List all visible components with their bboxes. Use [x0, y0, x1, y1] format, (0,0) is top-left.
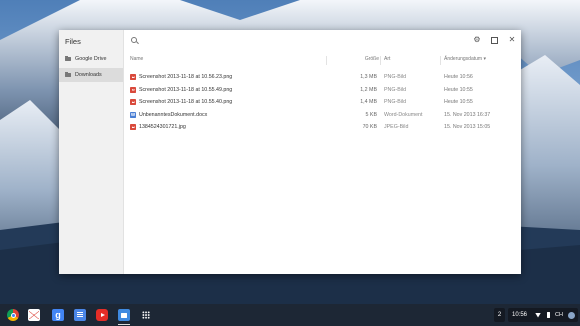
files-app-window: Files Google Drive Downloads ⚙ ✕ Name Gr…	[59, 30, 521, 274]
file-name: 1384524301721.jpg	[139, 124, 186, 130]
sidebar-item-google-drive[interactable]: Google Drive	[59, 52, 123, 66]
image-file-icon	[130, 124, 136, 130]
file-name: Screenshot 2013-11-18 at 10.55.40.png	[139, 99, 233, 105]
youtube-icon[interactable]	[96, 309, 108, 321]
sidebar-item-label: Downloads	[75, 72, 102, 78]
file-type: PNG-Bild	[384, 86, 407, 93]
file-size: 5 KB	[365, 111, 377, 118]
image-file-icon	[130, 99, 136, 105]
file-date: 15. Nov 2013 15:05	[444, 124, 491, 130]
close-icon[interactable]: ✕	[508, 36, 516, 44]
file-date: Heute 10:55	[444, 86, 473, 93]
wifi-icon	[535, 312, 542, 318]
file-row[interactable]: Screenshot 2013-11-18 at 10.56.23.png 1,…	[124, 72, 521, 85]
file-row[interactable]: Screenshot 2013-11-18 at 10.55.40.png 1,…	[124, 97, 521, 110]
column-header-name[interactable]: Name	[130, 56, 143, 62]
file-type: Word-Dokument	[384, 111, 423, 118]
file-size: 1,4 MB	[360, 99, 377, 105]
column-header-type[interactable]: Art	[384, 56, 390, 62]
file-date: Heute 10:56	[444, 74, 473, 80]
status-tray[interactable]: 10:56 CH	[508, 308, 578, 322]
image-file-icon	[130, 86, 136, 93]
file-name: UnbenanntesDokument.docx	[139, 111, 208, 118]
file-name: Screenshot 2013-11-18 at 10.55.49.png	[139, 86, 233, 93]
google-search-icon[interactable]: g	[52, 309, 64, 321]
drive-folder-icon	[65, 55, 71, 62]
file-row[interactable]: W UnbenanntesDokument.docx 5 KB Word-Doku…	[124, 110, 521, 123]
notification-button[interactable]: 2	[494, 308, 505, 322]
sidebar-item-downloads[interactable]: Downloads	[59, 68, 123, 82]
file-size: 1,2 MB	[360, 86, 377, 93]
app-title: Files	[65, 37, 81, 46]
file-row[interactable]: 1384524301721.jpg 70 KB JPEG-Bild 15. No…	[124, 122, 521, 135]
column-header-date[interactable]: Änderungsdatum ▾	[444, 56, 486, 62]
file-type: JPEG-Bild	[384, 124, 409, 130]
sort-descending-icon: ▾	[483, 56, 486, 62]
file-size: 1,3 MB	[360, 74, 377, 80]
docs-icon[interactable]	[74, 309, 86, 321]
chrome-icon[interactable]	[7, 309, 19, 321]
search-icon[interactable]	[131, 37, 137, 43]
column-divider[interactable]	[380, 56, 381, 65]
gmail-icon[interactable]	[28, 309, 40, 321]
sidebar: Files Google Drive Downloads	[59, 30, 124, 274]
maximize-button[interactable]	[490, 36, 498, 44]
downloads-folder-icon	[65, 71, 71, 78]
file-list: Screenshot 2013-11-18 at 10.56.23.png 1,…	[124, 72, 521, 135]
file-type: PNG-Bild	[384, 99, 407, 105]
shelf: g 2 10:56 CH	[0, 304, 580, 326]
file-name: Screenshot 2013-11-18 at 10.56.23.png	[139, 74, 233, 80]
app-launcher-icon[interactable]	[142, 311, 150, 319]
maximize-icon	[490, 36, 498, 44]
column-divider[interactable]	[326, 56, 327, 65]
toolbar: ⚙ ✕	[124, 30, 521, 50]
file-date: 15. Nov 2013 16:37	[444, 111, 491, 118]
avatar	[567, 311, 575, 319]
file-date: Heute 10:55	[444, 99, 473, 105]
input-method: CH	[555, 312, 563, 318]
files-icon[interactable]	[118, 309, 130, 321]
column-divider[interactable]	[440, 56, 441, 65]
gear-icon[interactable]: ⚙	[473, 36, 481, 44]
column-headers: Name Größe Art Änderungsdatum ▾	[124, 56, 521, 66]
file-type: PNG-Bild	[384, 74, 407, 80]
file-list-panel: ⚙ ✕ Name Größe Art Änderungsdatum ▾ Scre…	[124, 30, 521, 274]
running-indicator	[118, 324, 130, 325]
sidebar-item-label: Google Drive	[75, 56, 107, 62]
clock: 10:56	[512, 312, 528, 318]
file-row[interactable]: Screenshot 2013-11-18 at 10.55.49.png 1,…	[124, 85, 521, 98]
column-header-date-label: Änderungsdatum	[444, 56, 483, 62]
word-file-icon: W	[130, 111, 136, 118]
file-size: 70 KB	[362, 124, 377, 130]
battery-icon	[547, 312, 551, 318]
image-file-icon	[130, 74, 136, 80]
column-header-size[interactable]: Größe	[365, 56, 379, 62]
